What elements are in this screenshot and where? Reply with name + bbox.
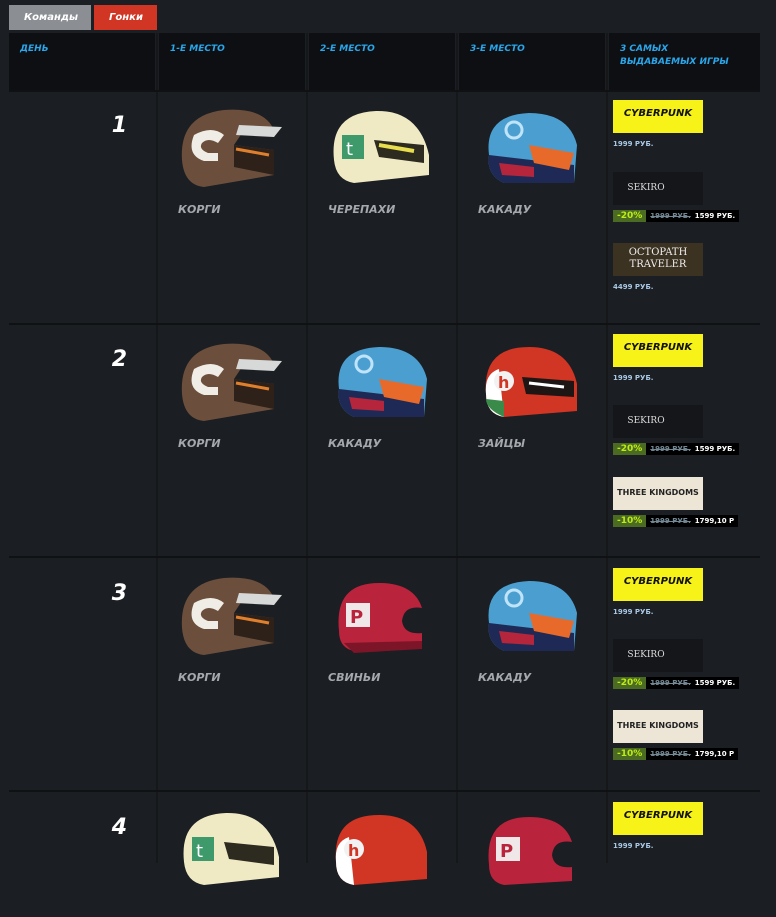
discount-block: -10% 1999 РУБ. 1799,10 Р — [613, 515, 739, 527]
game-capsule[interactable]: SEKIRO — [613, 639, 703, 672]
game-capsule[interactable]: CYBERPUNK — [613, 334, 703, 367]
team-cherepahi[interactable]: t ЧЕРЕПАХИ — [314, 105, 464, 216]
team-kakadu[interactable]: КАКАДУ — [314, 339, 464, 450]
helmet-icon — [488, 581, 577, 651]
day-number: 4 — [111, 815, 127, 840]
tab-teams[interactable]: Команды — [9, 5, 91, 30]
header-second: 2-Е МЕСТО — [309, 33, 455, 90]
svg-text:t: t — [346, 139, 353, 160]
team-zaytsy[interactable]: h ЗАЙЦЫ — [464, 339, 614, 450]
helmet-icon: P — [338, 583, 422, 653]
game-capsule[interactable]: SEKIRO — [613, 172, 703, 205]
helmet-icon — [338, 347, 427, 417]
game-cyberpunk[interactable]: CYBERPUNK 1999 РУБ. — [613, 802, 743, 857]
discount-block: -20% 1999 РУБ. 1599 РУБ. — [613, 677, 740, 689]
helmet-icon — [488, 113, 577, 183]
helmet-icon: h — [485, 347, 577, 417]
game-price: 1999 РУБ. — [613, 842, 654, 850]
game-price: 4499 РУБ. — [613, 283, 654, 291]
team-korgi[interactable]: КОРГИ — [164, 105, 314, 216]
tab-races[interactable]: Гонки — [94, 5, 157, 30]
game-capsule[interactable]: THREE KINGDOMS — [613, 710, 703, 743]
helmet-icon: h — [335, 815, 427, 885]
helmet-icon — [181, 343, 282, 421]
game-octopath[interactable]: OCTOPATH TRAVELER 4499 РУБ. — [613, 243, 743, 298]
game-price: 1999 РУБ. — [613, 140, 654, 148]
game-cyberpunk[interactable]: CYBERPUNK 1999 РУБ. — [613, 334, 743, 389]
svg-text:t: t — [196, 841, 203, 862]
svg-text:h: h — [348, 841, 359, 860]
discount-block: -10% 1999 РУБ. 1799,10 Р — [613, 748, 739, 760]
team-cherepahi[interactable]: t — [164, 807, 314, 917]
team-zaytsy[interactable]: h — [314, 807, 464, 917]
header-third: 3-Е МЕСТО — [459, 33, 605, 90]
game-capsule[interactable]: CYBERPUNK — [613, 568, 703, 601]
helmet-icon — [181, 109, 282, 187]
game-sekiro[interactable]: SEKIRO -20% 1999 РУБ. 1599 РУБ. — [613, 405, 743, 460]
game-cyberpunk[interactable]: CYBERPUNK 1999 РУБ. — [613, 568, 743, 623]
svg-text:P: P — [350, 607, 363, 628]
game-capsule[interactable]: CYBERPUNK — [613, 802, 703, 835]
game-cyberpunk[interactable]: CYBERPUNK 1999 РУБ. — [613, 100, 743, 155]
day-number: 3 — [111, 581, 127, 606]
game-price: 1999 РУБ. — [613, 608, 654, 616]
game-sekiro[interactable]: SEKIRO -20% 1999 РУБ. 1599 РУБ. — [613, 172, 743, 227]
discount-block: -20% 1999 РУБ. 1599 РУБ. — [613, 210, 740, 222]
team-svinyi[interactable]: P — [464, 807, 614, 917]
team-korgi[interactable]: КОРГИ — [164, 339, 314, 450]
game-three-kingdoms[interactable]: THREE KINGDOMS -10% 1999 РУБ. 1799,10 Р — [613, 710, 743, 765]
svg-text:h: h — [498, 373, 509, 392]
game-capsule[interactable]: THREE KINGDOMS — [613, 477, 703, 510]
team-kakadu[interactable]: КАКАДУ — [464, 573, 614, 684]
helmet-icon: t — [333, 110, 429, 183]
header-games: 3 САМЫХ ВЫДАВАЕМЫХ ИГРЫ — [609, 33, 760, 90]
helmet-icon — [181, 577, 282, 655]
discount-block: -20% 1999 РУБ. 1599 РУБ. — [613, 443, 740, 455]
game-capsule[interactable]: OCTOPATH TRAVELER — [613, 243, 703, 276]
team-svinyi[interactable]: P СВИНЬИ — [314, 573, 464, 684]
team-korgi[interactable]: КОРГИ — [164, 573, 314, 684]
day-number: 1 — [111, 113, 127, 138]
game-capsule[interactable]: SEKIRO — [613, 405, 703, 438]
svg-text:P: P — [500, 841, 513, 862]
header-first: 1-Е МЕСТО — [159, 33, 305, 90]
game-sekiro[interactable]: SEKIRO -20% 1999 РУБ. 1599 РУБ. — [613, 639, 743, 694]
game-capsule[interactable]: CYBERPUNK — [613, 100, 703, 133]
game-price: 1999 РУБ. — [613, 374, 654, 382]
header-day: ДЕНЬ — [9, 33, 155, 90]
helmet-icon: t — [183, 812, 279, 885]
game-three-kingdoms[interactable]: THREE KINGDOMS -10% 1999 РУБ. 1799,10 Р — [613, 477, 743, 532]
team-kakadu[interactable]: КАКАДУ — [464, 105, 614, 216]
helmet-icon: P — [488, 817, 572, 885]
day-number: 2 — [111, 347, 127, 372]
